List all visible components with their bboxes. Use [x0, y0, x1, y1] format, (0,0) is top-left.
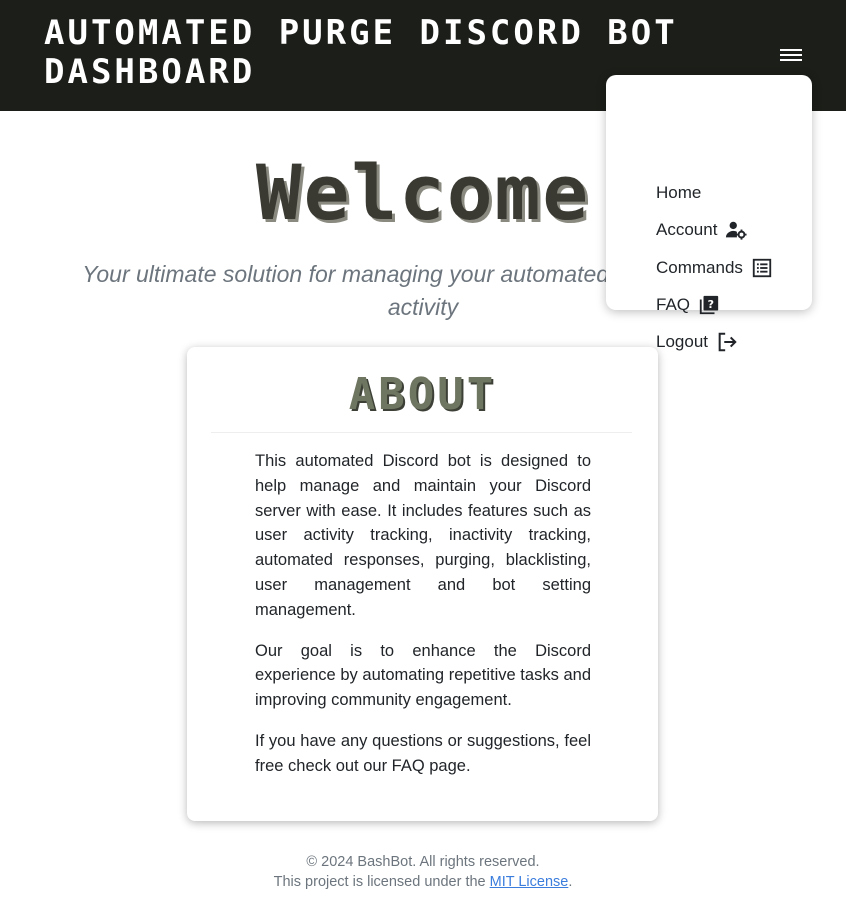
- license-suffix: .: [568, 874, 573, 890]
- menu-item-label: Commands: [656, 258, 743, 277]
- menu-item-commands[interactable]: Commands: [656, 255, 773, 281]
- divider: [211, 432, 632, 433]
- menu-item-home[interactable]: Home: [656, 180, 701, 206]
- menu-item-faq[interactable]: FAQ ?: [656, 292, 720, 318]
- about-paragraph: This automated Discord bot is designed t…: [255, 452, 591, 619]
- menu-item-label: Account: [656, 220, 718, 239]
- license-line: This project is licensed under the MIT L…: [0, 872, 846, 892]
- menu-item-account[interactable]: Account: [656, 217, 747, 243]
- about-card: ABOUT This automated Discord bot is desi…: [187, 347, 658, 821]
- footer: © 2024 BashBot. All rights reserved. Thi…: [0, 852, 846, 892]
- svg-text:?: ?: [708, 298, 714, 311]
- about-paragraph: If you have any questions or suggestions…: [255, 731, 591, 775]
- about-title: ABOUT: [348, 369, 497, 420]
- menu-item-label: FAQ: [656, 295, 691, 314]
- license-prefix: This project is licensed under the: [273, 874, 490, 890]
- hamburger-menu-icon[interactable]: [780, 46, 802, 64]
- logout-icon: [718, 332, 737, 352]
- menu-item-label: Logout: [656, 332, 708, 351]
- mit-license-link[interactable]: MIT License: [490, 874, 569, 890]
- about-body: This automated Discord bot is designed t…: [255, 449, 591, 795]
- menu-item-logout[interactable]: Logout: [656, 329, 738, 355]
- about-paragraph: Our goal is to enhance the Discord exper…: [255, 641, 591, 710]
- user-gear-icon: [726, 221, 747, 240]
- question-book-icon: ?: [699, 295, 719, 315]
- dropdown-menu: Home Account Commands FAQ ? Logout: [606, 75, 812, 352]
- list-icon: [752, 258, 772, 278]
- menu-item-label: Home: [656, 183, 702, 202]
- copyright-text: © 2024 BashBot. All rights reserved.: [306, 854, 540, 870]
